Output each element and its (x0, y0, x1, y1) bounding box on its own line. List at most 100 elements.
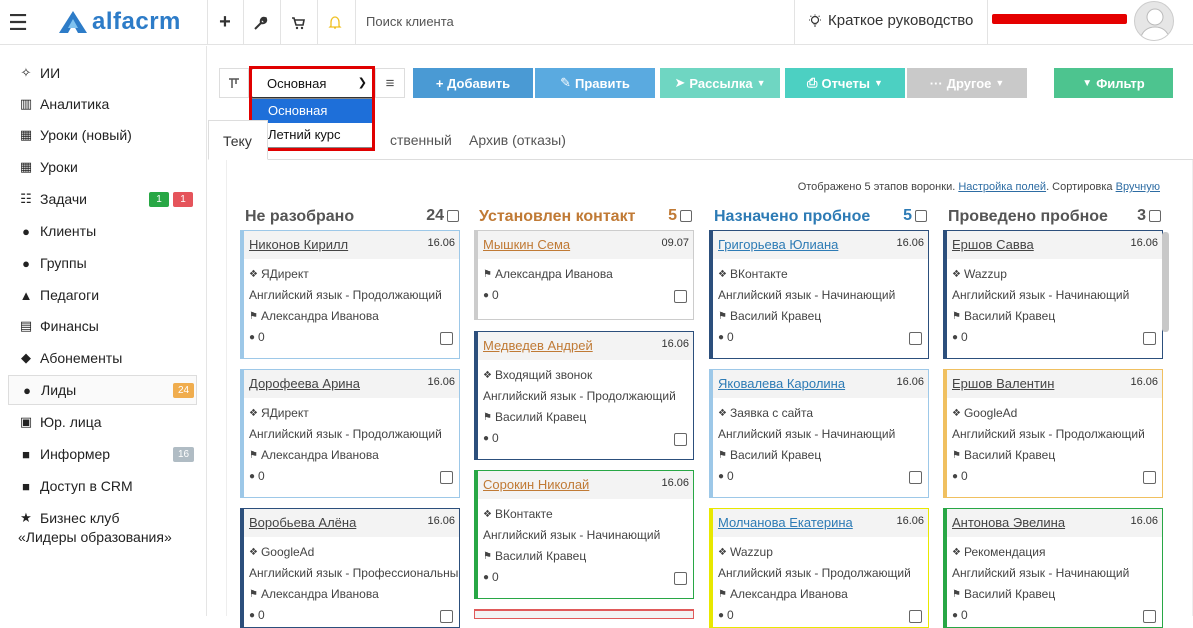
wrench-icon[interactable] (246, 0, 276, 45)
plus-icon[interactable]: + (210, 0, 240, 45)
lead-name-link[interactable]: Яковалева Каролина (718, 376, 845, 391)
lead-card[interactable]: Никонов Кирилл 16.06 ❖ ЯДирект Английский яз… (240, 230, 460, 359)
lead-detail-text: GoogleAd (260, 545, 315, 559)
lead-select-checkbox[interactable] (909, 471, 922, 484)
pin-icon: ⚑ (952, 449, 961, 461)
sidebar-item[interactable]: ▦ Уроки (8, 152, 197, 182)
lead-name-link[interactable]: Антонова Эвелина (952, 515, 1065, 530)
lead-detail-text: Английский язык - Начинающий (483, 528, 661, 542)
list-view-button[interactable]: ≡ (375, 68, 405, 98)
scrollbar[interactable] (1162, 232, 1169, 332)
tab-independent[interactable]: ственный (376, 120, 466, 160)
sidebar-item[interactable]: ▤ Финансы (8, 311, 197, 341)
lead-select-checkbox[interactable] (1143, 471, 1156, 484)
lead-select-checkbox[interactable] (440, 332, 453, 345)
mailing-button[interactable]: ➤ Рассылка ▼ (660, 68, 780, 98)
edit-button[interactable]: ✎ Править (535, 68, 655, 98)
lead-select-checkbox[interactable] (909, 610, 922, 623)
funnel-icon-button[interactable] (219, 68, 249, 98)
guide-link[interactable]: Краткое руководство (808, 12, 973, 29)
logo[interactable]: alfacrm (58, 8, 181, 36)
sidebar-item[interactable]: ● Клиенты (8, 216, 197, 246)
edit-button-label: Править (575, 75, 630, 91)
money-icon: ▤ (19, 318, 33, 333)
sort-label: . Сортировка (1046, 181, 1113, 193)
business-club-subtitle[interactable]: «Лидеры образования» (18, 529, 172, 545)
sort-link[interactable]: Вручную (1116, 181, 1160, 193)
reports-button[interactable]: ⎙ Отчеты ▼ (785, 68, 905, 98)
lead-name-link[interactable]: Молчанова Екатерина (718, 515, 853, 530)
lead-select-checkbox[interactable] (1143, 332, 1156, 345)
column-select-checkbox[interactable] (680, 210, 692, 222)
sidebar-item[interactable]: ▣ Юр. лица (8, 407, 197, 437)
lead-name-link[interactable]: Ершов Савва (952, 237, 1034, 252)
lead-date: 16.06 (1130, 237, 1158, 249)
lead-card[interactable]: Антонова Эвелина 16.06 ❖ Рекомендация Англий… (943, 508, 1163, 628)
sidebar-item[interactable]: ■ Доступ в CRM (8, 471, 197, 501)
filter-button[interactable]: ▼ Фильтр (1054, 68, 1173, 98)
lead-select-checkbox[interactable] (1143, 610, 1156, 623)
lead-name-link[interactable]: Григорьева Юлиана (718, 237, 838, 252)
pin-icon: ⚑ (249, 310, 258, 322)
sidebar-item[interactable]: ● Группы (8, 248, 197, 278)
sidebar-item[interactable]: ▥ Аналитика (8, 89, 197, 119)
lead-detail: ⚑ Василий Кравец (483, 549, 586, 563)
lead-card[interactable]: Яковалева Каролина 16.06 ❖ Заявка с сайта Ан… (709, 369, 929, 498)
sidebar-item[interactable]: ● Лиды (8, 375, 197, 405)
menu-icon[interactable]: ☰ (0, 0, 36, 45)
lead-card[interactable]: Медведев Андрей 16.06 ❖ Входящий звонок Англ… (474, 331, 694, 460)
lead-card[interactable]: Ершов Савва 16.06 ❖ Wazzup Английский язык -… (943, 230, 1163, 359)
lead-select-checkbox[interactable] (440, 471, 453, 484)
lead-card[interactable]: Воробьева Алёна 16.06 ❖ GoogleAd Английский … (240, 508, 460, 628)
tab-archive[interactable]: Архив (отказы) (455, 120, 580, 160)
lead-name-link[interactable]: Ершов Валентин (952, 376, 1054, 391)
sidebar-item[interactable]: ■ Информер (8, 439, 197, 469)
source-icon: ❖ (952, 268, 961, 280)
lead-select-checkbox[interactable] (440, 610, 453, 623)
column-select-checkbox[interactable] (915, 210, 927, 222)
lead-detail-text: Александра Иванова (260, 448, 379, 462)
sidebar-item[interactable]: ✧ ИИ (8, 58, 197, 88)
lead-card[interactable]: Мышкин Сема 09.07 ⚑ Александра Иванова ● 0 (474, 230, 694, 320)
lead-date: 09.07 (661, 237, 689, 249)
cart-icon[interactable] (283, 0, 313, 45)
lead-card[interactable]: Сорокин Николай 16.06 ❖ ВКонтакте Английский… (474, 470, 694, 599)
lead-name-link[interactable]: Воробьева Алёна (249, 515, 356, 530)
mailing-button-label: Рассылка (689, 75, 753, 91)
lead-select-checkbox[interactable] (674, 572, 687, 585)
sidebar-item[interactable]: ◆ Абонементы (8, 343, 197, 373)
lead-select-checkbox[interactable] (674, 433, 687, 446)
lead-select-checkbox[interactable] (909, 332, 922, 345)
filter-icon: ▼ (1082, 77, 1093, 89)
column-select-checkbox[interactable] (447, 210, 459, 222)
pin-icon: ⚑ (952, 588, 961, 600)
lead-detail-text: Александра Иванова (729, 587, 848, 601)
lead-card-header: Ершов Савва 16.06 (947, 231, 1162, 259)
lead-name-link[interactable]: Медведев Андрей (483, 338, 593, 353)
sidebar-item[interactable]: ▦ Уроки (новый) (8, 120, 197, 150)
lead-select-checkbox[interactable] (674, 290, 687, 303)
lead-detail-text: Wazzup (963, 267, 1007, 281)
field-settings-link[interactable]: Настройка полей (958, 181, 1046, 193)
avatar[interactable] (1134, 1, 1174, 41)
bell-icon[interactable] (320, 0, 350, 45)
lead-card[interactable]: Молчанова Екатерина 16.06 ❖ Wazzup Английски… (709, 508, 929, 628)
funnel-select[interactable]: Основная ❯ (251, 68, 374, 98)
lead-name-link[interactable]: Мышкин Сема (483, 237, 570, 252)
lead-name-link[interactable]: Сорокин Николай (483, 477, 589, 492)
lead-card[interactable]: Григорьева Юлиана 16.06 ❖ ВКонтакте Английск… (709, 230, 929, 359)
lead-detail: ❖ Wazzup (952, 267, 1007, 281)
lead-name-link[interactable]: Никонов Кирилл (249, 237, 348, 252)
tab-current[interactable]: Теку (208, 120, 268, 160)
lead-name-link[interactable]: Дорофеева Арина (249, 376, 360, 391)
lead-card[interactable]: Ершов Валентин 16.06 ❖ GoogleAd Английский я… (943, 369, 1163, 498)
sidebar-item[interactable]: ▲ Педагоги (8, 280, 197, 310)
lead-card[interactable]: Дорофеева Арина 16.06 ❖ ЯДирект Английский я… (240, 369, 460, 498)
source-icon: ❖ (249, 407, 258, 419)
other-button[interactable]: ··· Другое ▼ (907, 68, 1027, 98)
count-badge: 1 (173, 192, 193, 207)
lead-card[interactable] (474, 609, 694, 619)
column-select-checkbox[interactable] (1149, 210, 1161, 222)
add-button[interactable]: + Добавить (413, 68, 533, 98)
search-input[interactable]: Поиск клиента (366, 14, 454, 29)
